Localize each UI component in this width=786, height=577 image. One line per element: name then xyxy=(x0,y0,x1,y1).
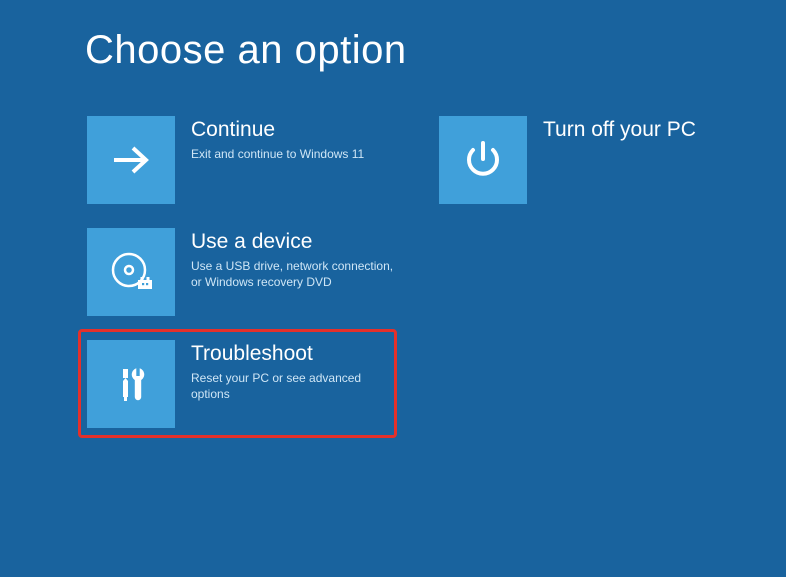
option-troubleshoot[interactable]: Troubleshoot Reset your PC or see advanc… xyxy=(87,340,399,428)
page-title: Choose an option xyxy=(85,28,407,73)
options-grid: Continue Exit and continue to Windows 11… xyxy=(87,116,767,428)
option-continue-title: Continue xyxy=(191,118,364,142)
option-continue[interactable]: Continue Exit and continue to Windows 11 xyxy=(87,116,399,204)
device-disc-icon xyxy=(87,228,175,316)
grid-spacer xyxy=(439,228,767,316)
option-troubleshoot-desc: Reset your PC or see advanced options xyxy=(191,370,399,402)
option-continue-desc: Exit and continue to Windows 11 xyxy=(191,146,364,162)
arrow-right-icon xyxy=(87,116,175,204)
option-turnoff[interactable]: Turn off your PC xyxy=(439,116,751,204)
option-continue-text: Continue Exit and continue to Windows 11 xyxy=(191,116,364,162)
option-turnoff-text: Turn off your PC xyxy=(543,116,696,146)
option-use-device[interactable]: Use a device Use a USB drive, network co… xyxy=(87,228,399,316)
tools-icon xyxy=(87,340,175,428)
option-troubleshoot-title: Troubleshoot xyxy=(191,342,399,366)
option-use-device-title: Use a device xyxy=(191,230,399,254)
option-use-device-desc: Use a USB drive, network connection, or … xyxy=(191,258,399,290)
power-icon xyxy=(439,116,527,204)
option-turnoff-title: Turn off your PC xyxy=(543,118,696,142)
option-use-device-text: Use a device Use a USB drive, network co… xyxy=(191,228,399,291)
option-troubleshoot-text: Troubleshoot Reset your PC or see advanc… xyxy=(191,340,399,403)
